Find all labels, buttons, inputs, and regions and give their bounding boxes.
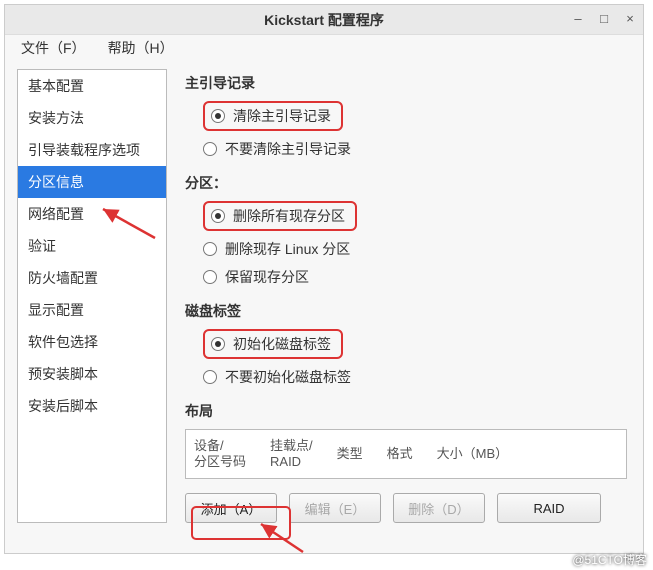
- partition-radio-dellinux[interactable]: [203, 242, 217, 256]
- sidebar-item-auth[interactable]: 验证: [18, 230, 166, 262]
- edit-button[interactable]: 编辑（E）: [289, 493, 381, 523]
- watermark: @51CTO博客: [572, 551, 647, 568]
- partition-label-dellinux: 删除现存 Linux 分区: [225, 239, 350, 259]
- mbr-radio-keep[interactable]: [203, 142, 217, 156]
- sidebar-item-display[interactable]: 显示配置: [18, 294, 166, 326]
- sidebar-item-pre[interactable]: 预安装脚本: [18, 358, 166, 390]
- disklabel-label-init: 初始化磁盘标签: [233, 334, 331, 354]
- sidebar-item-network[interactable]: 网络配置: [18, 198, 166, 230]
- delete-button[interactable]: 删除（D）: [393, 493, 485, 523]
- mbr-label-clear: 清除主引导记录: [233, 106, 331, 126]
- mbr-label-keep: 不要清除主引导记录: [225, 139, 351, 159]
- partition-opt-delall-highlight: 删除所有现存分区: [203, 201, 357, 231]
- partition-label-keep: 保留现存分区: [225, 267, 309, 287]
- layout-title: 布局: [185, 401, 627, 421]
- sidebar-item-partition[interactable]: 分区信息: [18, 166, 166, 198]
- app-window: Kickstart 配置程序 – □ × 文件（F） 帮助（H） 基本配置 安装…: [4, 4, 644, 554]
- minimize-button[interactable]: –: [571, 11, 585, 26]
- partition-label-delall: 删除所有现存分区: [233, 206, 345, 226]
- raid-button[interactable]: RAID: [497, 493, 601, 523]
- content-panel: 主引导记录 清除主引导记录 不要清除主引导记录 分区： 删除所有现存分区: [179, 69, 633, 523]
- disklabel-radio-init[interactable]: [211, 337, 225, 351]
- mbr-title: 主引导记录: [185, 73, 627, 93]
- add-button[interactable]: 添加（A）: [185, 493, 277, 523]
- partition-radio-delall[interactable]: [211, 209, 225, 223]
- sidebar-item-firewall[interactable]: 防火墙配置: [18, 262, 166, 294]
- disklabel-label-noinit: 不要初始化磁盘标签: [225, 367, 351, 387]
- layout-col-type: 类型: [337, 446, 363, 462]
- titlebar: Kickstart 配置程序 – □ ×: [5, 5, 643, 35]
- menu-file[interactable]: 文件（F）: [21, 38, 86, 58]
- disklabel-title: 磁盘标签: [185, 301, 627, 321]
- mbr-radio-clear[interactable]: [211, 109, 225, 123]
- sidebar: 基本配置 安装方法 引导装载程序选项 分区信息 网络配置 验证 防火墙配置 显示…: [17, 69, 167, 523]
- layout-col-size: 大小（MB）: [437, 446, 509, 462]
- layout-col-format: 格式: [387, 446, 413, 462]
- sidebar-item-post[interactable]: 安装后脚本: [18, 390, 166, 422]
- disklabel-opt-init-highlight: 初始化磁盘标签: [203, 329, 343, 359]
- layout-header: 设备/分区号码 挂载点/RAID 类型 格式 大小（MB）: [185, 429, 627, 479]
- window-controls: – □ ×: [571, 11, 637, 26]
- close-button[interactable]: ×: [623, 11, 637, 26]
- disklabel-radio-noinit[interactable]: [203, 370, 217, 384]
- sidebar-item-packages[interactable]: 软件包选择: [18, 326, 166, 358]
- menubar: 文件（F） 帮助（H）: [5, 35, 643, 61]
- partition-title: 分区：: [185, 173, 627, 193]
- menu-help[interactable]: 帮助（H）: [108, 38, 174, 58]
- mbr-opt-clear-highlight: 清除主引导记录: [203, 101, 343, 131]
- layout-col-device: 设备/分区号码: [194, 438, 246, 469]
- button-row: 添加（A） 编辑（E） 删除（D） RAID: [185, 493, 627, 523]
- partition-radio-keep[interactable]: [203, 270, 217, 284]
- sidebar-item-basic[interactable]: 基本配置: [18, 70, 166, 102]
- sidebar-item-install[interactable]: 安装方法: [18, 102, 166, 134]
- sidebar-item-bootloader[interactable]: 引导装载程序选项: [18, 134, 166, 166]
- maximize-button[interactable]: □: [597, 11, 611, 26]
- layout-col-mount: 挂载点/RAID: [270, 438, 313, 469]
- window-title: Kickstart 配置程序: [264, 10, 384, 30]
